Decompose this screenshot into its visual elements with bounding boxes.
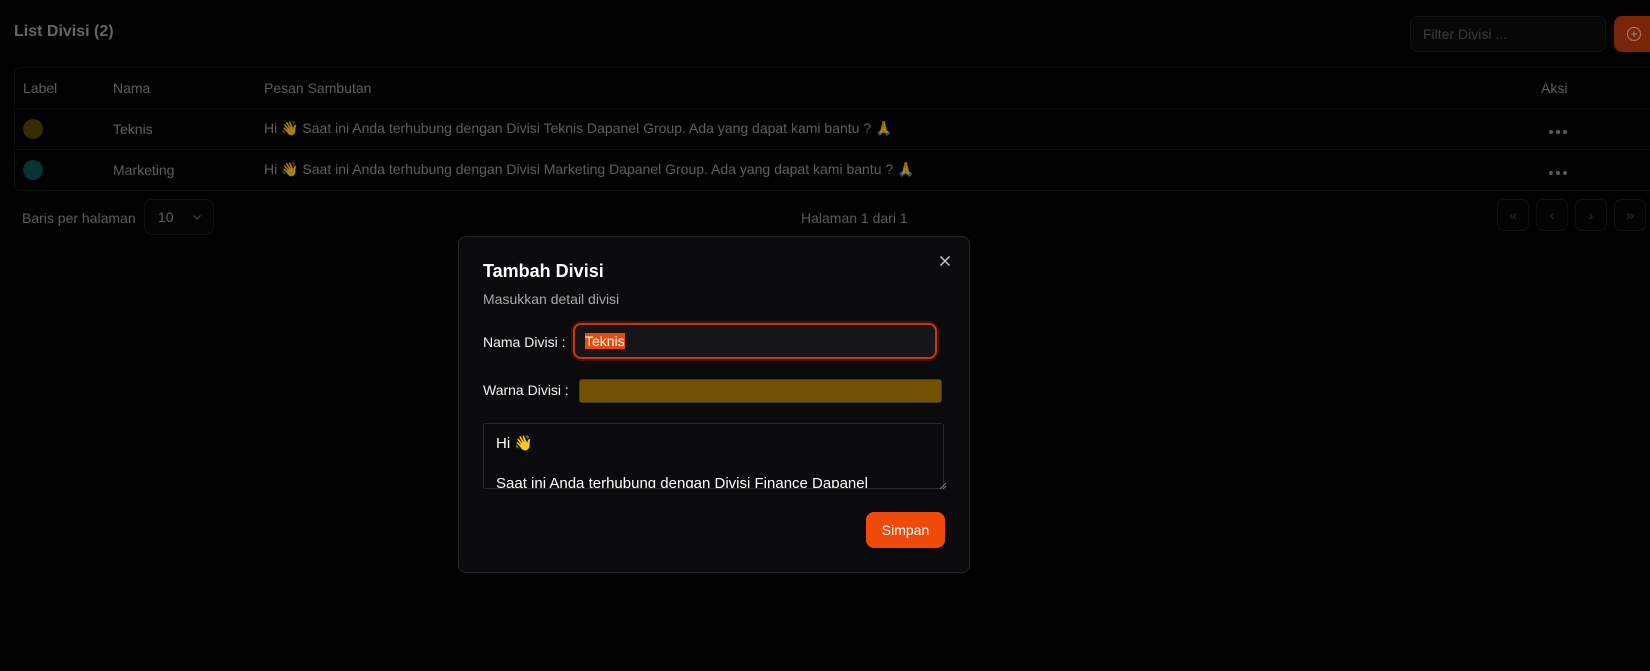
warna-divisi-label: Warna Divisi : [483,382,569,398]
close-icon[interactable] [937,253,953,269]
resize-grip-icon[interactable] [939,482,947,490]
dialog-title: Tambah Divisi [483,261,604,281]
pesan-sambutan-textarea[interactable]: Hi 👋 Saat ini Anda terhubung dengan Divi… [483,423,944,489]
simpan-button[interactable]: Simpan [866,512,945,548]
warna-divisi-picker[interactable] [579,379,942,403]
tambah-divisi-dialog: Tambah Divisi Masukkan detail divisi Nam… [458,236,970,573]
nama-divisi-input[interactable]: Teknis [573,323,937,359]
page: List Divisi (2) Label Nama Pesan Sambuta… [0,0,1650,671]
nama-divisi-value: Teknis [585,333,625,349]
nama-divisi-label: Nama Divisi : [483,334,566,350]
dialog-subtitle: Masukkan detail divisi [483,291,620,307]
